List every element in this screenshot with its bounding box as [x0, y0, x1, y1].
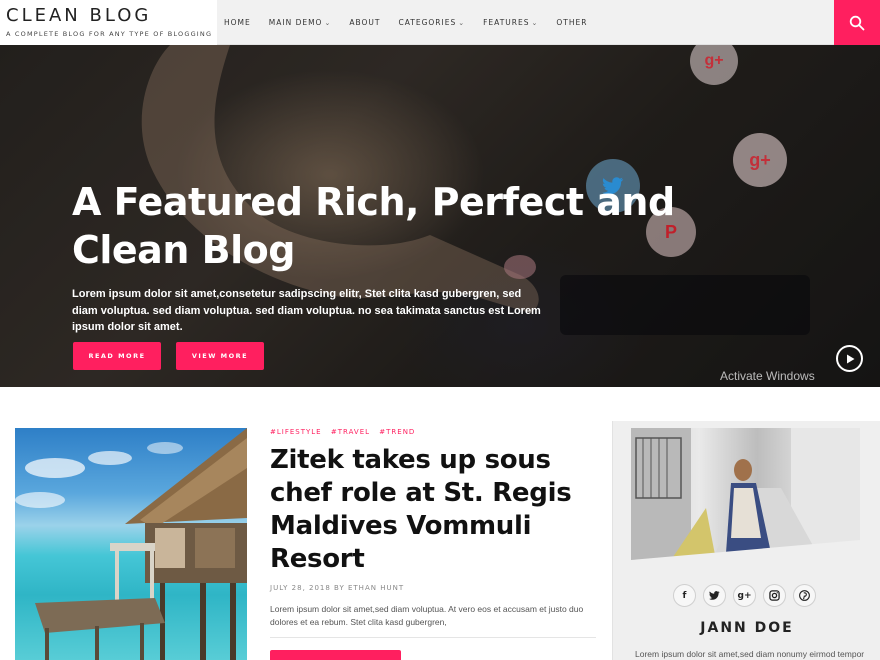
author-widget: f g+ JANN DOE Lorem ipsum dolor sit amet… — [612, 421, 880, 660]
twitter-icon[interactable] — [703, 584, 726, 607]
google-plus-bubble-icon: g+ — [733, 133, 787, 187]
nav-item-about[interactable]: ABOUT — [349, 18, 380, 27]
nav-item-categories[interactable]: CATEGORIES ⌄ — [398, 18, 465, 27]
hero-title: A Featured Rich, Perfect and Clean Blog — [72, 180, 675, 272]
author-social-links: f g+ — [673, 584, 823, 607]
hero-banner: g+ g+ P A Featured Rich, Perfect and Cle… — [0, 45, 880, 387]
instagram-icon[interactable] — [763, 584, 786, 607]
nav-item-label: CATEGORIES — [398, 18, 457, 27]
tag-travel[interactable]: #TRAVEL — [331, 428, 370, 436]
nav-item-label: ABOUT — [349, 18, 381, 27]
main-nav: HOME MAIN DEMO ⌄ ABOUT CATEGORIES ⌄ FEAT… — [224, 0, 605, 45]
tag-lifestyle[interactable]: #LIFESTYLE — [270, 428, 322, 436]
nav-item-label: HOME — [224, 18, 251, 27]
site-tagline: A COMPLETE BLOG FOR ANY TYPE OF BLOGGING — [6, 30, 213, 38]
photo-angled-cut — [631, 540, 860, 560]
post-tags: #LIFESTYLE #TRAVEL #TREND — [270, 428, 421, 436]
chevron-down-icon: ⌄ — [324, 18, 332, 27]
post-read-more-button[interactable] — [270, 650, 401, 660]
nav-item-main-demo[interactable]: MAIN DEMO ⌄ — [269, 18, 332, 27]
play-icon — [846, 354, 854, 363]
brand-logo[interactable]: CLEAN BLOG A COMPLETE BLOG FOR ANY TYPE … — [0, 0, 217, 45]
site-header: CLEAN BLOG A COMPLETE BLOG FOR ANY TYPE … — [0, 0, 880, 45]
author-bio: Lorem ipsum dolor sit amet,sed diam nonu… — [635, 649, 865, 659]
author-name: JANN DOE — [700, 620, 794, 636]
tag-trend[interactable]: #TREND — [379, 428, 415, 436]
pinterest-icon[interactable] — [793, 584, 816, 607]
nav-item-label: MAIN DEMO — [268, 18, 323, 27]
post-title[interactable]: Zitek takes up sous chef role at St. Reg… — [270, 444, 590, 576]
google-plus-icon[interactable]: g+ — [733, 584, 756, 607]
play-video-button[interactable] — [836, 345, 863, 372]
hero-description: Lorem ipsum dolor sit amet,consetetur sa… — [72, 288, 541, 333]
nav-item-label: FEATURES — [483, 18, 530, 27]
view-more-button[interactable]: VIEW MORE — [176, 342, 264, 370]
nav-item-home[interactable]: HOME — [224, 18, 251, 27]
site-title: CLEAN BLOG — [6, 5, 152, 26]
author-photo — [631, 428, 860, 560]
chevron-down-icon: ⌄ — [531, 18, 539, 27]
post-featured-image[interactable] — [15, 428, 247, 660]
facebook-icon[interactable]: f — [673, 584, 696, 607]
nav-item-label: OTHER — [556, 18, 588, 27]
page: CLEAN BLOG A COMPLETE BLOG FOR ANY TYPE … — [0, 0, 880, 660]
search-icon — [849, 15, 865, 30]
nav-item-features[interactable]: FEATURES ⌄ — [483, 18, 538, 27]
chevron-down-icon: ⌄ — [458, 18, 466, 27]
read-more-button[interactable]: READ MORE — [73, 342, 161, 370]
search-button[interactable] — [834, 0, 880, 45]
divider — [270, 637, 596, 638]
overwater-bungalow-image — [15, 428, 247, 660]
nav-item-other[interactable]: OTHER — [556, 18, 587, 27]
activate-windows-watermark: Activate Windows — [720, 369, 815, 383]
post-excerpt: Lorem ipsum dolor sit amet,sed diam volu… — [270, 604, 584, 627]
post-meta: JULY 28, 2018 BY ETHAN HUNT — [270, 584, 405, 592]
